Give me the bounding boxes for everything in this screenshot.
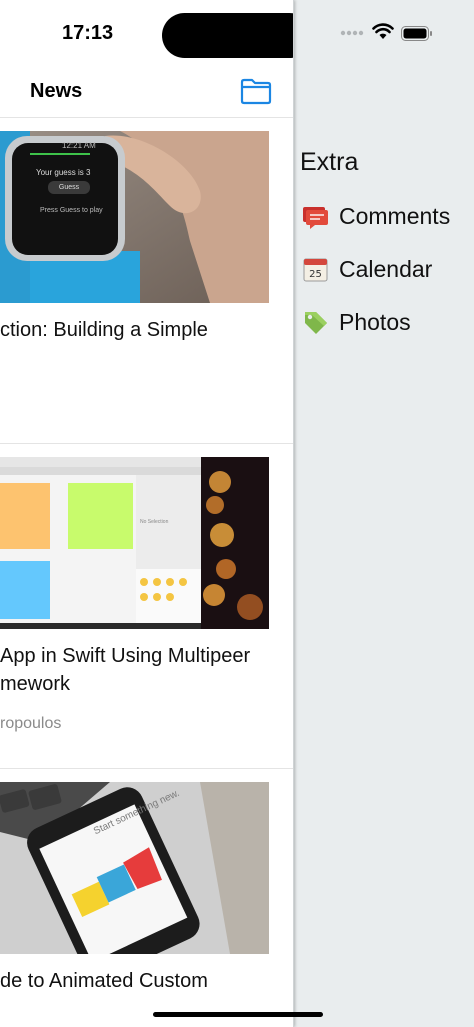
- news-panel[interactable]: 17:13 News 12:21 AM Your guess is 3 Gues…: [0, 0, 294, 1027]
- menu-item-comments[interactable]: Comments: [302, 199, 450, 233]
- cellular-signal-icon: [340, 26, 364, 44]
- folder-icon[interactable]: [240, 77, 272, 105]
- watch-footer: Press Guess to play: [40, 207, 103, 214]
- menu-item-photos[interactable]: Photos: [302, 305, 411, 339]
- xcode-placeholder-text: No Selection: [140, 519, 169, 525]
- watch-time: 12:21 AM: [62, 141, 96, 150]
- home-indicator: [153, 1012, 323, 1017]
- article-title[interactable]: de to Animated Custom: [0, 967, 293, 995]
- watch-progress: [30, 153, 90, 155]
- menu-item-photos-label: Photos: [339, 308, 411, 335]
- article-image-iphone[interactable]: Start something new.: [0, 782, 269, 954]
- page-title: News: [30, 80, 83, 102]
- battery-icon: [401, 26, 433, 46]
- menu-item-calendar[interactable]: 25 Calendar: [302, 252, 432, 286]
- menu-item-comments-label: Comments: [339, 202, 451, 229]
- watch-message: Your guess is 3: [36, 168, 91, 177]
- watch-guess-button: Guess: [48, 181, 90, 194]
- calendar-icon: 25: [302, 256, 329, 283]
- card-divider: [0, 443, 293, 444]
- side-menu: Extra Comments 25 Calendar Photos: [294, 0, 474, 1027]
- article-image-watch[interactable]: 12:21 AM Your guess is 3 Guess Press Gue…: [0, 131, 269, 303]
- wifi-icon: [372, 23, 394, 45]
- article-image-xcode[interactable]: No Selection: [0, 457, 269, 629]
- comments-icon: [302, 203, 329, 230]
- article-title-line1[interactable]: App in Swift Using Multipeer: [0, 642, 293, 670]
- article-title-line2[interactable]: mework: [0, 670, 293, 698]
- nav-divider: [0, 117, 293, 118]
- article-author: ropoulos: [0, 715, 62, 732]
- dynamic-island: [162, 13, 293, 58]
- side-menu-title: Extra: [300, 148, 359, 176]
- status-time: 17:13: [62, 22, 114, 44]
- menu-item-calendar-label: Calendar: [339, 255, 433, 282]
- card-divider: [0, 768, 293, 769]
- tag-icon: [302, 309, 329, 336]
- article-title[interactable]: ction: Building a Simple: [0, 316, 293, 344]
- svg-text:25: 25: [309, 269, 322, 280]
